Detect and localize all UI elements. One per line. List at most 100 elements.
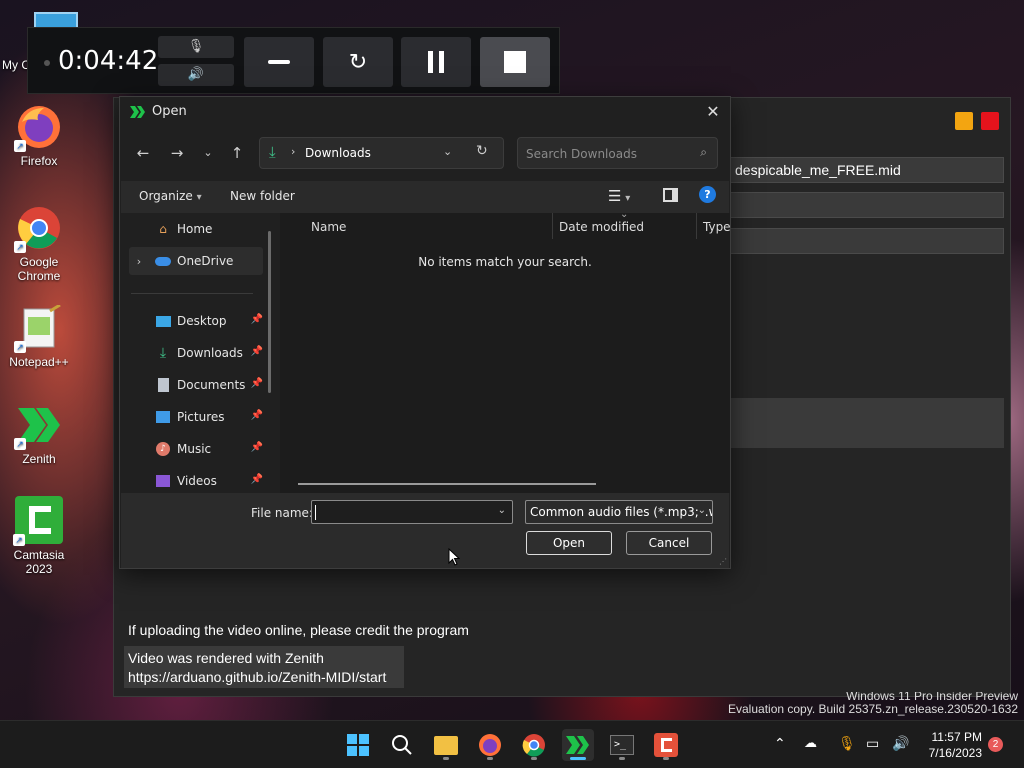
recording-timer: 0:04:42: [58, 46, 159, 76]
shortcut-arrow-icon: ↗: [14, 241, 26, 253]
running-indicator: [487, 757, 493, 760]
forward-button[interactable]: →: [167, 143, 187, 163]
nav-scrollbar[interactable]: [268, 231, 271, 393]
zenith-icon: [566, 736, 589, 754]
chevron-right-icon[interactable]: ›: [129, 255, 149, 268]
nav-item-desktop[interactable]: Desktop 📌: [129, 307, 263, 335]
folder-icon: [434, 735, 458, 755]
nav-item-videos[interactable]: Videos 📌: [129, 467, 263, 493]
new-folder-button[interactable]: New folder: [230, 189, 295, 203]
desktop-icon-label: Google Chrome: [17, 255, 61, 283]
volume-icon[interactable]: 🔊: [892, 736, 909, 752]
credit-notice: If uploading the video online, please cr…: [128, 622, 469, 638]
pause-recording-button[interactable]: [401, 37, 471, 87]
nav-item-label: Home: [177, 222, 213, 236]
start-button[interactable]: [342, 729, 374, 761]
column-header-date-modified[interactable]: Date modified: [559, 220, 644, 234]
onedrive-tray-icon[interactable]: ☁: [804, 736, 817, 751]
chevron-down-icon[interactable]: ⌄: [498, 505, 506, 516]
file-name-input[interactable]: ⌄: [311, 500, 513, 524]
taskbar-chrome[interactable]: [518, 729, 550, 761]
recent-locations-button[interactable]: ⌄: [198, 143, 218, 163]
microphone-icon: 🎙: [187, 39, 205, 54]
taskbar: >_ ⌃ ☁ 🎙 ▭ 🔊 11:57 PM 7/16/2023 2: [0, 720, 1024, 768]
microphone-button[interactable]: 🎙: [158, 36, 234, 58]
desktop-icon-firefox[interactable]: ↗ Firefox: [0, 104, 78, 168]
organize-menu[interactable]: Organize ▾: [139, 189, 202, 203]
horizontal-scrollbar[interactable]: [298, 483, 596, 485]
system-audio-button[interactable]: 🔊: [158, 64, 234, 86]
running-indicator: [619, 757, 625, 760]
search-icon: ⌕: [700, 145, 707, 159]
credit-text-box[interactable]: Video was rendered with Zenith https://a…: [124, 646, 404, 688]
nav-item-music[interactable]: ♪ Music 📌: [129, 435, 263, 463]
taskbar-terminal[interactable]: >_: [606, 729, 638, 761]
preview-pane-button[interactable]: [663, 188, 678, 202]
command-bar: Organize ▾ New folder ☰ ▾ ?: [121, 181, 729, 213]
zenith-field-3[interactable]: [730, 228, 1004, 254]
dialog-close-button[interactable]: ✕: [702, 101, 724, 123]
back-button[interactable]: ←: [133, 143, 153, 163]
address-bar[interactable]: ⤓ › Downloads ⌄ ↻: [259, 137, 504, 169]
pause-icon: [428, 51, 444, 73]
documents-icon: [155, 377, 171, 393]
close-button[interactable]: [981, 112, 999, 130]
stop-recording-button[interactable]: [480, 37, 550, 87]
file-type-select[interactable]: Common audio files (*.mp3;*.w ⌄: [525, 500, 713, 524]
desktop-icon-camtasia[interactable]: ↗ Camtasia 2023: [0, 496, 78, 576]
desktop-folder-icon: [155, 313, 171, 329]
desktop-icon-chrome[interactable]: ↗ Google Chrome: [0, 205, 78, 283]
microphone-tray-icon[interactable]: 🎙: [838, 736, 856, 752]
resize-grip-icon[interactable]: ⋰: [719, 557, 727, 566]
nav-item-label: Pictures: [177, 410, 225, 424]
column-divider[interactable]: [552, 213, 553, 239]
open-button[interactable]: Open: [526, 531, 612, 555]
cancel-button[interactable]: Cancel: [626, 531, 712, 555]
column-header-type[interactable]: Type: [703, 220, 731, 234]
view-options-button[interactable]: ☰ ▾: [608, 187, 630, 205]
desktop-icon-label: Firefox: [20, 154, 58, 168]
file-list-pane: Name ⌄ Date modified Type No items match…: [280, 209, 731, 493]
nav-item-home[interactable]: ⌂ Home: [129, 215, 263, 243]
network-icon[interactable]: ▭: [866, 736, 879, 752]
shortcut-arrow-icon: ↗: [14, 140, 26, 152]
show-hidden-icons-button[interactable]: ⌃: [774, 736, 786, 752]
windows-logo-icon: [347, 734, 369, 756]
breadcrumb-chevron-icon: ›: [291, 145, 296, 158]
zenith-field-2[interactable]: [730, 192, 1004, 218]
column-header-name[interactable]: Name: [311, 220, 346, 234]
taskbar-firefox[interactable]: [474, 729, 506, 761]
desktop-icon-label: My C: [2, 58, 30, 72]
refresh-icon[interactable]: ↻: [476, 143, 488, 159]
nav-item-documents[interactable]: Documents 📌: [129, 371, 263, 399]
desktop-icon-zenith[interactable]: ↗ Zenith: [0, 402, 78, 466]
running-indicator: [443, 757, 449, 760]
midi-file-field[interactable]: despicable_me_FREE.mid: [730, 157, 1004, 183]
restart-recording-button[interactable]: ↻: [323, 37, 393, 87]
minimize-recorder-button[interactable]: [244, 37, 314, 87]
speaker-icon: 🔊: [187, 67, 205, 82]
minimize-button[interactable]: [955, 112, 973, 130]
zenith-panel: [730, 398, 1004, 448]
help-button[interactable]: ?: [699, 186, 716, 203]
system-clock[interactable]: 11:57 PM 7/16/2023: [920, 729, 982, 761]
midi-file-name: despicable_me_FREE.mid: [735, 162, 901, 178]
search-input[interactable]: Search Downloads ⌕: [517, 137, 718, 169]
nav-item-onedrive[interactable]: › OneDrive: [129, 247, 263, 275]
column-divider[interactable]: [696, 213, 697, 239]
credit-box-line: https://arduano.github.io/Zenith-MIDI/st…: [128, 669, 387, 685]
taskbar-file-explorer[interactable]: [430, 729, 462, 761]
notification-badge[interactable]: 2: [988, 737, 1003, 752]
search-button[interactable]: [386, 729, 418, 761]
desktop-icon-notepadpp[interactable]: ↗ Notepad++: [0, 303, 78, 369]
taskbar-zenith[interactable]: [562, 729, 594, 761]
taskbar-camtasia[interactable]: [650, 729, 682, 761]
up-button[interactable]: ↑: [227, 143, 247, 163]
search-placeholder: Search Downloads: [526, 147, 637, 161]
desktop-icon-label: Notepad++: [9, 355, 69, 369]
file-name-label: File name:: [251, 506, 313, 520]
dialog-bottom-bar: File name: ⌄ Common audio files (*.mp3;*…: [121, 493, 729, 568]
chevron-down-icon[interactable]: ⌄: [443, 145, 452, 158]
nav-item-downloads[interactable]: ⤓ Downloads 📌: [129, 339, 263, 367]
nav-item-pictures[interactable]: Pictures 📌: [129, 403, 263, 431]
